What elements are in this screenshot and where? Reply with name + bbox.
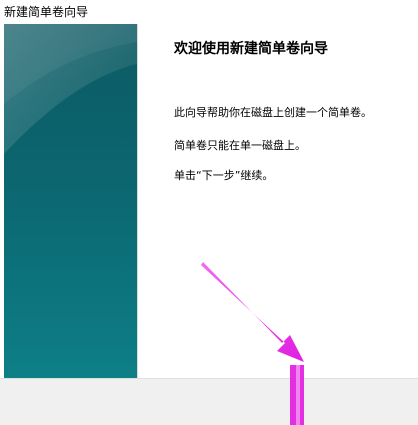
wizard-footer xyxy=(0,378,418,425)
banner-shine-graphic xyxy=(4,24,137,154)
next-button[interactable] xyxy=(296,389,406,415)
wizard-description-line: 此向导帮助你在磁盘上创建一个简单卷。 xyxy=(174,106,372,119)
wizard-description-line: 单击“下一步”继续。 xyxy=(174,169,274,182)
wizard-window: 新建简单卷向导 欢迎使用新建简单卷向导 此向导帮助你在磁盘上创建一个简单卷。 简… xyxy=(0,0,418,425)
wizard-heading: 欢迎使用新建简单卷向导 xyxy=(174,41,328,57)
wizard-side-banner xyxy=(4,24,137,378)
wizard-description-line: 简单卷只能在单一磁盘上。 xyxy=(174,139,306,152)
wizard-content: 欢迎使用新建简单卷向导 此向导帮助你在磁盘上创建一个简单卷。 简单卷只能在单一磁… xyxy=(138,24,418,378)
title-bar: 新建简单卷向导 xyxy=(0,0,418,24)
window-title: 新建简单卷向导 xyxy=(4,5,89,19)
